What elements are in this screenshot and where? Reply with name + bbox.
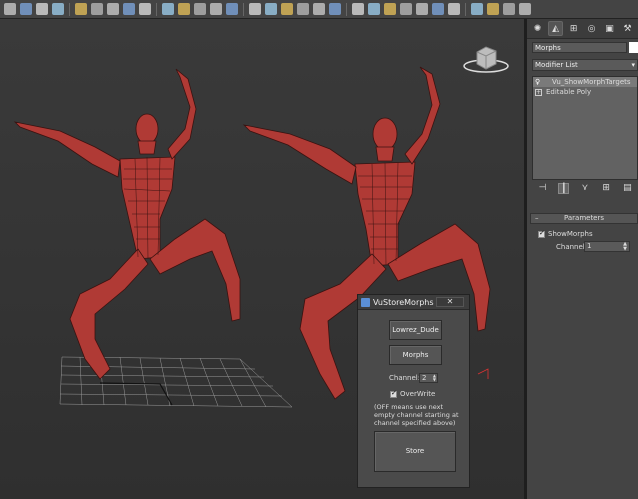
- mirror-icon[interactable]: [265, 3, 277, 15]
- graph-icon[interactable]: [313, 3, 325, 15]
- reference-icon[interactable]: [139, 3, 151, 15]
- toolbar-separator: [156, 2, 157, 16]
- parameters-rollout-header[interactable]: – Parameters: [530, 213, 638, 224]
- window-crossing-icon[interactable]: [75, 3, 87, 15]
- stack-item-label: Vu_ShowMorphTargets: [552, 78, 631, 86]
- camera-icon[interactable]: [432, 3, 444, 15]
- systems-icon[interactable]: [487, 3, 499, 15]
- stack-item-vu-showmorphtargets[interactable]: ♀ Vu_ShowMorphTargets: [533, 77, 637, 87]
- render-icon[interactable]: [368, 3, 380, 15]
- undo-icon[interactable]: [4, 3, 16, 15]
- overwrite-label: OverWrite: [400, 390, 436, 398]
- vustoremorphs-dialog: VuStoreMorphs ✕ Lowrez_Dude Morphs Chann…: [357, 294, 470, 488]
- dialog-channel-spinner[interactable]: 2 ▲ ▼: [419, 373, 438, 383]
- stack-item-editable-poly[interactable]: + Editable Poly: [533, 87, 637, 97]
- object-name-field[interactable]: Morphs: [532, 42, 627, 53]
- show-morphs-label: ShowMorphs: [548, 230, 593, 238]
- motion-tab[interactable]: ◎: [584, 21, 599, 36]
- help-icon[interactable]: [519, 3, 531, 15]
- command-panel: ✺ ◭ ⊞ ◎ ▣ ⚒ Morphs Modifier List ▾ ♀ Vu_…: [527, 19, 638, 499]
- spinner-arrows-icon[interactable]: ▲ ▼: [623, 242, 627, 252]
- align-icon[interactable]: [281, 3, 293, 15]
- dialog-titlebar[interactable]: VuStoreMorphs ✕: [358, 295, 469, 310]
- store-button[interactable]: Store: [374, 431, 456, 472]
- toolbar-separator: [243, 2, 244, 16]
- layer-icon[interactable]: [297, 3, 309, 15]
- checkbox-icon[interactable]: [390, 389, 397, 398]
- utilities-tab[interactable]: ⚒: [620, 21, 635, 36]
- modify-tab[interactable]: ◭: [547, 21, 564, 36]
- dialog-channel-label: Channel:: [389, 374, 421, 382]
- spacewarp-icon[interactable]: [471, 3, 483, 15]
- named-selection-icon[interactable]: [249, 3, 261, 15]
- dialog-channel-value: 2: [422, 374, 427, 382]
- object-color-swatch[interactable]: [629, 42, 638, 53]
- pin-stack-icon[interactable]: ⊣: [537, 183, 548, 194]
- lightbulb-icon[interactable]: ♀: [535, 78, 542, 86]
- close-button[interactable]: ✕: [436, 297, 464, 307]
- axis-gizmo: [477, 368, 489, 379]
- select-icon[interactable]: [36, 3, 48, 15]
- panel-tabstrip: ✺ ◭ ⊞ ◎ ▣ ⚒: [527, 19, 638, 39]
- overwrite-note: (OFF means use next empty channel starti…: [374, 403, 459, 427]
- sphere-icon[interactable]: [400, 3, 412, 15]
- redo-icon[interactable]: [20, 3, 32, 15]
- chevron-down-icon: ▾: [631, 61, 635, 69]
- collapse-icon: –: [535, 214, 539, 222]
- checkbox-icon[interactable]: [538, 229, 545, 238]
- light-icon[interactable]: [416, 3, 428, 15]
- percent-snap-icon[interactable]: [210, 3, 222, 15]
- render-setup-icon[interactable]: [352, 3, 364, 15]
- morphs-button[interactable]: Morphs: [389, 345, 442, 365]
- dialog-title: VuStoreMorphs: [373, 297, 434, 307]
- modifier-list-dropdown[interactable]: Modifier List ▾: [532, 59, 638, 71]
- xref-icon[interactable]: [503, 3, 515, 15]
- move-icon[interactable]: [91, 3, 103, 15]
- main-toolbar: [0, 0, 638, 19]
- rollout-title: Parameters: [563, 214, 605, 222]
- pivot-icon[interactable]: [162, 3, 174, 15]
- toolbar-separator: [69, 2, 70, 16]
- spinner-arrows-icon[interactable]: ▲ ▼: [433, 374, 436, 382]
- snap-icon[interactable]: [178, 3, 190, 15]
- toolbar-separator: [346, 2, 347, 16]
- configure-modifier-sets-icon[interactable]: ▤: [622, 183, 633, 194]
- viewcube-icon[interactable]: [463, 46, 509, 73]
- spinner-snap-icon[interactable]: [226, 3, 238, 15]
- teapot-icon[interactable]: [384, 3, 396, 15]
- hierarchy-tab[interactable]: ⊞: [566, 21, 581, 36]
- angle-snap-icon[interactable]: [194, 3, 206, 15]
- scale-icon[interactable]: [123, 3, 135, 15]
- channel-spinner[interactable]: 1 ▲ ▼: [584, 241, 630, 252]
- lowrez-figure[interactable]: [13, 68, 241, 380]
- script-icon: [361, 297, 370, 307]
- stack-toolbar: ⊣ ┃ ⋎ ⊞ ▤: [532, 181, 638, 195]
- material-icon[interactable]: [329, 3, 341, 15]
- expand-icon[interactable]: +: [535, 88, 542, 96]
- modifier-stack[interactable]: ♀ Vu_ShowMorphTargets + Editable Poly: [532, 76, 638, 180]
- parameters-rollout: ShowMorphs Channel 1 ▲▼: [530, 225, 638, 265]
- channel-label: Channel: [556, 243, 585, 251]
- show-end-result-icon[interactable]: ┃: [558, 182, 570, 194]
- show-morphs-checkbox[interactable]: ShowMorphs: [538, 229, 593, 238]
- display-tab[interactable]: ▣: [602, 21, 617, 36]
- select-region-icon[interactable]: [52, 3, 64, 15]
- stack-item-label: Editable Poly: [546, 88, 592, 96]
- overwrite-checkbox[interactable]: OverWrite: [390, 389, 436, 398]
- channel-value: 1: [587, 242, 592, 250]
- remove-modifier-icon[interactable]: ⊞: [601, 183, 612, 194]
- lowrez-dude-button[interactable]: Lowrez_Dude: [389, 320, 442, 340]
- toolbar-separator: [465, 2, 466, 16]
- make-unique-icon[interactable]: ⋎: [579, 183, 590, 194]
- rotate-icon[interactable]: [107, 3, 119, 15]
- modifier-list-label: Modifier List: [535, 61, 578, 69]
- create-tab[interactable]: ✺: [530, 21, 545, 36]
- helper-icon[interactable]: [448, 3, 460, 15]
